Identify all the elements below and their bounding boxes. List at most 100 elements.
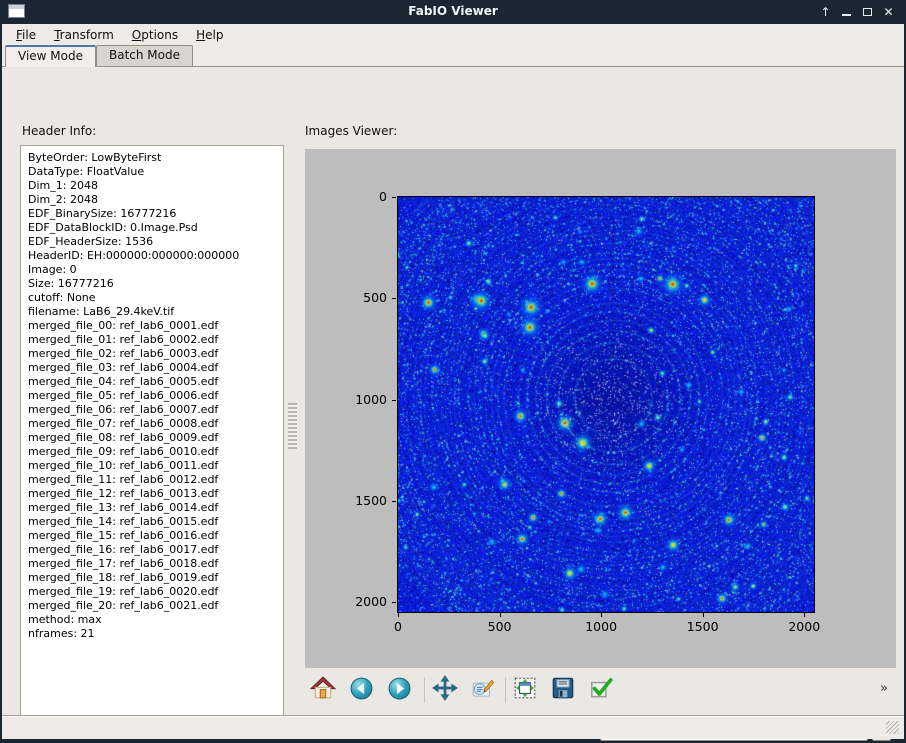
x-axis-tick (398, 613, 399, 617)
diffraction-image[interactable] (397, 196, 815, 613)
header-line: merged_file_13: ref_lab6_0014.edf (28, 501, 276, 515)
header-info-textarea[interactable]: ByteOrder: LowByteFirstDataType: FloatVa… (20, 145, 284, 738)
pan-icon (432, 675, 458, 705)
y-axis-tick (392, 298, 396, 299)
header-info-label: Header Info: (22, 124, 96, 138)
y-axis-tick (392, 197, 396, 198)
header-line: HeaderID: EH:000000:000000:000000 (28, 249, 276, 263)
back-button[interactable] (346, 675, 376, 705)
header-line: method: max (28, 613, 276, 627)
header-line: merged_file_20: ref_lab6_0021.edf (28, 599, 276, 613)
window-title: FabIO Viewer (0, 4, 906, 18)
header-line: merged_file_01: ref_lab6_0002.edf (28, 333, 276, 347)
header-line: Dim_2: 2048 (28, 193, 276, 207)
rollup-button[interactable]: ↑ (818, 4, 833, 20)
header-line: merged_file_02: ref_lab6_0003.edf (28, 347, 276, 361)
menu-options[interactable]: Options (123, 26, 187, 44)
x-axis-tick (804, 613, 805, 617)
header-line: merged_file_17: ref_lab6_0018.edf (28, 557, 276, 571)
maximize-icon (863, 8, 872, 16)
y-axis-tick (392, 501, 396, 502)
header-line: cutoff: None (28, 291, 276, 305)
header-line: EDF_HeaderSize: 1536 (28, 235, 276, 249)
x-axis-tick (601, 613, 602, 617)
toolbar-separator (505, 677, 506, 703)
view-mode-page: Header Info: ByteOrder: LowByteFirstData… (2, 67, 904, 715)
header-line: merged_file_05: ref_lab6_0006.edf (28, 389, 276, 403)
zoom-button[interactable] (468, 675, 498, 705)
subplots-button[interactable] (510, 675, 540, 705)
splitter-handle[interactable] (288, 403, 297, 449)
header-line: merged_file_03: ref_lab6_0004.edf (28, 361, 276, 375)
header-line: merged_file_12: ref_lab6_0013.edf (28, 487, 276, 501)
back-icon (349, 676, 374, 705)
app-window: FabIO Viewer ↑ ✕ FileTransformOptionsHelp… (0, 0, 906, 743)
figure-canvas[interactable]: 05001000150020000500100015002000 (305, 149, 896, 668)
forward-icon (387, 676, 412, 705)
customize-icon (588, 675, 614, 705)
y-axis-tick-label: 2000 (313, 594, 387, 609)
header-line: ByteOrder: LowByteFirst (28, 151, 276, 165)
title-bar: FabIO Viewer ↑ ✕ (0, 0, 906, 24)
y-axis-tick-label: 1500 (313, 493, 387, 508)
header-line: merged_file_00: ref_lab6_0001.edf (28, 319, 276, 333)
toolbar-separator (424, 677, 425, 703)
menu-bar: FileTransformOptionsHelp (2, 24, 904, 45)
header-line: merged_file_11: ref_lab6_0012.edf (28, 473, 276, 487)
header-line: merged_file_18: ref_lab6_0019.edf (28, 571, 276, 585)
tab-view-mode[interactable]: View Mode (5, 45, 96, 67)
toolbar-overflow-chevron[interactable]: » (880, 681, 888, 696)
header-line: merged_file_16: ref_lab6_0017.edf (28, 543, 276, 557)
x-axis-tick (500, 613, 501, 617)
plot-toolbar: » (305, 673, 896, 709)
minimize-icon (842, 14, 851, 16)
x-axis-tick-label: 1500 (671, 619, 735, 634)
header-line: merged_file_08: ref_lab6_0009.edf (28, 431, 276, 445)
subplots-icon (512, 675, 538, 705)
header-line: merged_file_06: ref_lab6_0007.edf (28, 403, 276, 417)
maximize-button[interactable] (860, 4, 875, 20)
menu-file[interactable]: File (7, 26, 45, 44)
home-icon (310, 675, 336, 705)
save-icon (550, 675, 576, 705)
header-line: merged_file_10: ref_lab6_0011.edf (28, 459, 276, 473)
header-line: nframes: 21 (28, 627, 276, 641)
header-line: EDF_DataBlockID: 0.Image.Psd (28, 221, 276, 235)
zoom-icon (470, 675, 496, 705)
tab-batch-mode[interactable]: Batch Mode (96, 45, 193, 66)
header-line: merged_file_04: ref_lab6_0005.edf (28, 375, 276, 389)
menu-help[interactable]: Help (187, 26, 232, 44)
header-line: merged_file_07: ref_lab6_0008.edf (28, 417, 276, 431)
y-axis-tick-label: 1000 (313, 392, 387, 407)
y-axis-tick-label: 0 (313, 189, 387, 204)
save-button[interactable] (548, 675, 578, 705)
minimize-button[interactable] (839, 4, 854, 20)
x-axis-tick-label: 2000 (772, 619, 836, 634)
close-button[interactable]: ✕ (881, 4, 896, 20)
forward-button[interactable] (384, 675, 414, 705)
x-axis-tick (703, 613, 704, 617)
y-axis-tick (392, 602, 396, 603)
tab-bar: View ModeBatch Mode (2, 45, 904, 67)
header-line: filename: LaB6_29.4keV.tif (28, 305, 276, 319)
header-line: merged_file_15: ref_lab6_0016.edf (28, 529, 276, 543)
pan-button[interactable] (430, 675, 460, 705)
images-viewer-label: Images Viewer: (305, 124, 397, 138)
header-line: Image: 0 (28, 263, 276, 277)
header-line: merged_file_19: ref_lab6_0020.edf (28, 585, 276, 599)
resize-grip-icon[interactable] (886, 721, 899, 734)
menu-transform[interactable]: Transform (45, 26, 123, 44)
diffraction-canvas[interactable] (398, 197, 814, 612)
header-line: EDF_BinarySize: 16777216 (28, 207, 276, 221)
customize-button[interactable] (586, 675, 616, 705)
header-line: Size: 16777216 (28, 277, 276, 291)
x-axis-tick-label: 500 (468, 619, 532, 634)
header-line: merged_file_09: ref_lab6_0010.edf (28, 445, 276, 459)
header-line: Dim_1: 2048 (28, 179, 276, 193)
app-body: FileTransformOptionsHelp View ModeBatch … (2, 24, 904, 739)
home-button[interactable] (308, 675, 338, 705)
header-line: merged_file_14: ref_lab6_0015.edf (28, 515, 276, 529)
x-axis-tick-label: 1000 (569, 619, 633, 634)
y-axis-tick-label: 500 (313, 290, 387, 305)
y-axis-tick (392, 400, 396, 401)
